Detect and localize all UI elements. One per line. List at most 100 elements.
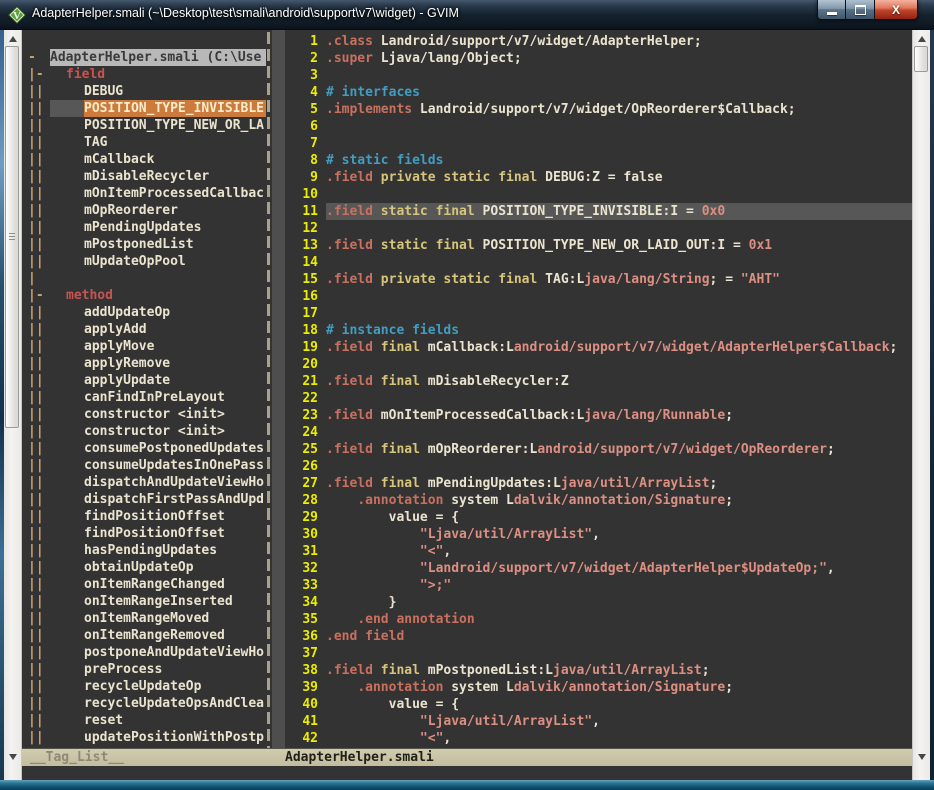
close-button[interactable]: X bbox=[874, 0, 918, 20]
fold-marker-icon[interactable]: || bbox=[22, 593, 50, 610]
fold-marker-icon[interactable]: || bbox=[22, 661, 50, 678]
code-line[interactable]: 13 .field static final POSITION_TYPE_NEW_… bbox=[272, 237, 912, 254]
fold-marker-icon[interactable]: || bbox=[22, 168, 50, 185]
code-line[interactable]: 18 # instance fields bbox=[272, 322, 912, 339]
tag-item[interactable]: || obtainUpdateOp bbox=[22, 559, 266, 576]
tag-item[interactable]: | bbox=[22, 270, 266, 287]
tag-item[interactable]: || mDisableRecycler bbox=[22, 168, 266, 185]
fold-marker-icon[interactable]: || bbox=[22, 576, 50, 593]
scrollbar-thumb[interactable] bbox=[914, 46, 928, 72]
fold-marker-icon[interactable]: || bbox=[22, 219, 50, 236]
tag-item[interactable]: || consumePostponedUpdates bbox=[22, 440, 266, 457]
tag-item[interactable]: || constructor <init> bbox=[22, 423, 266, 440]
tag-item[interactable]: || onItemRangeMoved bbox=[22, 610, 266, 627]
code-line[interactable]: 36 .end field bbox=[272, 628, 912, 645]
scroll-down-arrow[interactable] bbox=[4, 750, 21, 764]
code-line[interactable]: 4 # interfaces bbox=[272, 84, 912, 101]
code-line[interactable]: 1 .class Landroid/support/v7/widget/Adapt… bbox=[272, 33, 912, 50]
fold-marker-icon[interactable]: || bbox=[22, 100, 50, 117]
tag-item[interactable]: || updatePositionWithPostp bbox=[22, 729, 266, 746]
code-line[interactable]: 35 .end annotation bbox=[272, 611, 912, 628]
tag-item[interactable]: || TAG bbox=[22, 134, 266, 151]
tag-item[interactable]: || onItemRangeInserted bbox=[22, 593, 266, 610]
fold-marker-icon[interactable]: - bbox=[22, 49, 50, 66]
fold-marker-icon[interactable]: || bbox=[22, 389, 50, 406]
editor-scrollbar[interactable] bbox=[912, 30, 930, 780]
code-line[interactable]: 33 ">;" bbox=[272, 577, 912, 594]
code-line[interactable]: 38 .field final mPostponedList:Ljava/util… bbox=[272, 662, 912, 679]
code-line[interactable]: 28 .annotation system Ldalvik/annotation… bbox=[272, 492, 912, 509]
tag-item[interactable]: || mOpReorderer bbox=[22, 202, 266, 219]
fold-marker-icon[interactable]: || bbox=[22, 83, 50, 100]
maximize-button[interactable] bbox=[846, 0, 874, 20]
fold-marker-icon[interactable]: || bbox=[22, 338, 50, 355]
tag-item[interactable]: || findPositionOffset bbox=[22, 525, 266, 542]
code-line[interactable]: 17 bbox=[272, 305, 912, 322]
fold-marker-icon[interactable]: || bbox=[22, 321, 50, 338]
tag-item[interactable]: || preProcess bbox=[22, 661, 266, 678]
tag-item[interactable]: || recycleUpdateOpsAndClea bbox=[22, 695, 266, 712]
fold-marker-icon[interactable]: || bbox=[22, 610, 50, 627]
tag-item[interactable]: || postponeAndUpdateViewHo bbox=[22, 644, 266, 661]
tag-item[interactable]: || hasPendingUpdates bbox=[22, 542, 266, 559]
code-line-cursor[interactable]: 11 .field static final POSITION_TYPE_INVI… bbox=[272, 203, 912, 220]
code-line[interactable]: 29 value = { bbox=[272, 509, 912, 526]
tag-item[interactable]: || mOnItemProcessedCallbac bbox=[22, 185, 266, 202]
code-line[interactable]: 26 bbox=[272, 458, 912, 475]
code-line[interactable]: 40 value = { bbox=[272, 696, 912, 713]
fold-marker-icon[interactable]: || bbox=[22, 185, 50, 202]
status-bar[interactable]: __Tag_List__ AdapterHelper.smali bbox=[22, 748, 912, 766]
code-line[interactable]: 15 .field private static final TAG:Ljava/… bbox=[272, 271, 912, 288]
code-line[interactable]: 8 # static fields bbox=[272, 152, 912, 169]
fold-marker-icon[interactable]: || bbox=[22, 253, 50, 270]
code-line[interactable]: 22 bbox=[272, 390, 912, 407]
fold-marker-icon[interactable]: || bbox=[22, 440, 50, 457]
fold-marker-icon[interactable]: || bbox=[22, 542, 50, 559]
tag-item[interactable]: || applyRemove bbox=[22, 355, 266, 372]
tag-item[interactable]: || findPositionOffset bbox=[22, 508, 266, 525]
fold-marker-icon[interactable]: || bbox=[22, 304, 50, 321]
code-line[interactable]: 34 } bbox=[272, 594, 912, 611]
fold-marker-icon[interactable]: || bbox=[22, 236, 50, 253]
fold-marker-icon[interactable]: |- bbox=[22, 66, 50, 83]
code-line[interactable]: 3 bbox=[272, 67, 912, 84]
code-line[interactable]: 32 "Landroid/support/v7/widget/AdapterHe… bbox=[272, 560, 912, 577]
taglist-scrollbar[interactable] bbox=[4, 30, 22, 780]
fold-marker-icon[interactable]: || bbox=[22, 372, 50, 389]
fold-marker-icon[interactable]: || bbox=[22, 729, 50, 746]
fold-marker-icon[interactable]: || bbox=[22, 491, 50, 508]
title-bar[interactable]: V AdapterHelper.smali (~\Desktop\test\sm… bbox=[0, 0, 934, 30]
fold-marker-icon[interactable]: || bbox=[22, 627, 50, 644]
code-line[interactable]: 20 bbox=[272, 356, 912, 373]
tag-item[interactable]: || consumeUpdatesInOnePass bbox=[22, 457, 266, 474]
fold-marker-icon[interactable]: || bbox=[22, 406, 50, 423]
tag-item[interactable]: || mPendingUpdates bbox=[22, 219, 266, 236]
tag-item[interactable]: || addUpdateOp bbox=[22, 304, 266, 321]
code-line[interactable]: 9 .field private static final DEBUG:Z = f… bbox=[272, 169, 912, 186]
code-line[interactable]: 2 .super Ljava/lang/Object; bbox=[272, 50, 912, 67]
fold-marker-icon[interactable]: | bbox=[22, 270, 50, 287]
code-line[interactable]: 16 bbox=[272, 288, 912, 305]
fold-marker-icon[interactable]: || bbox=[22, 712, 50, 729]
tag-item[interactable]: || dispatchFirstPassAndUpd bbox=[22, 491, 266, 508]
fold-marker-icon[interactable]: || bbox=[22, 508, 50, 525]
scroll-up-arrow[interactable] bbox=[913, 32, 930, 46]
fold-marker-icon[interactable]: || bbox=[22, 355, 50, 372]
code-line[interactable]: 25 .field final mOpReorderer:Landroid/sup… bbox=[272, 441, 912, 458]
tag-item[interactable]: || POSITION_TYPE_NEW_OR_LA bbox=[22, 117, 266, 134]
tag-item[interactable]: || applyMove bbox=[22, 338, 266, 355]
fold-marker-icon[interactable]: || bbox=[22, 134, 50, 151]
tag-item[interactable]: || canFindInPreLayout bbox=[22, 389, 266, 406]
tag-item[interactable]: || dispatchAndUpdateViewHo bbox=[22, 474, 266, 491]
code-line[interactable]: 24 bbox=[272, 424, 912, 441]
code-line[interactable]: 10 bbox=[272, 186, 912, 203]
tag-item[interactable]: || onItemRangeRemoved bbox=[22, 627, 266, 644]
fold-marker-icon[interactable]: || bbox=[22, 525, 50, 542]
fold-marker-icon[interactable]: || bbox=[22, 559, 50, 576]
editor-panel[interactable]: 1 .class Landroid/support/v7/widget/Adapt… bbox=[272, 30, 912, 748]
code-line[interactable]: 27 .field final mPendingUpdates:Ljava/uti… bbox=[272, 475, 912, 492]
tag-item[interactable]: || DEBUG bbox=[22, 83, 266, 100]
minimize-button[interactable] bbox=[817, 0, 846, 20]
code-line[interactable]: 14 bbox=[272, 254, 912, 271]
taglist-file-header[interactable]: - AdapterHelper.smali (C:\Use bbox=[22, 49, 266, 66]
